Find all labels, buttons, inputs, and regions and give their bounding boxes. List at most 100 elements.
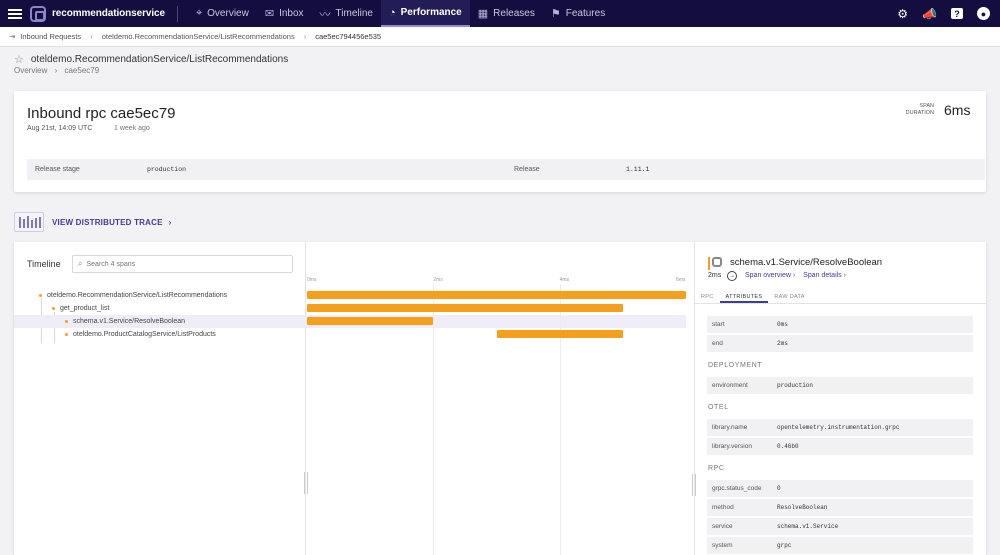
timeline-gridline [559, 284, 561, 555]
attr-key: library.name [712, 424, 748, 431]
attr-key: grpc.status_code [712, 485, 762, 492]
attr-value: 0.46b0 [777, 443, 799, 450]
attr-value: ResolveBoolean [777, 504, 828, 511]
release-field: Release 1.11.1 [506, 159, 985, 180]
nav-timeline[interactable]: 〰 Timeline [312, 0, 381, 27]
attr-value: 0ms [777, 321, 788, 328]
timeline-tick-label: 4ms [559, 277, 570, 283]
nav-items: ⌖ Overview ✉ Inbox 〰 Timeline ◔ Performance ▦ Rel… [188, 0, 613, 27]
menu-icon[interactable] [8, 7, 22, 21]
breadcrumb-operation[interactable]: oteldemo.RecommendationService/ListRecom… [102, 32, 295, 41]
chevron-right-icon: › [54, 66, 58, 75]
span-dot-icon [52, 307, 55, 310]
jump-icon[interactable]: → [727, 271, 737, 281]
span-name: get_product_list [60, 305, 110, 312]
span-bar[interactable] [496, 330, 623, 338]
project-logo-icon[interactable] [30, 5, 46, 22]
tab-attributes[interactable]: ATTRIBUTES [719, 289, 769, 303]
tab-raw-data[interactable]: RAW DATA [768, 289, 810, 303]
top-nav: recommendationservice ⌖ Overview ✉ Inbox 〰 Ti… [0, 0, 1000, 27]
span-dot-icon [39, 294, 42, 297]
tab-rpc[interactable]: RPC [695, 289, 720, 303]
tree-row-3[interactable]: oteldemo.ProductCatalogService/ListProdu… [14, 328, 306, 341]
distributed-trace-icon [14, 212, 44, 232]
attr-key: end [712, 340, 723, 347]
attr-key: service [712, 523, 733, 530]
star-icon[interactable]: ☆ [14, 53, 24, 66]
timeline-gridline [433, 284, 435, 555]
span-bar[interactable] [307, 317, 434, 325]
tree-row-1[interactable]: get_product_list [14, 302, 306, 315]
attr-system: system grpc [707, 537, 973, 554]
detail-tabs: RPC ATTRIBUTES RAW DATA [695, 289, 987, 304]
nav-releases[interactable]: ▦ Releases [470, 0, 543, 27]
attr-value: production [777, 382, 814, 389]
attr-key: environment [712, 382, 748, 389]
breadcrumb-inbound-requests[interactable]: Inbound Requests [20, 32, 81, 41]
span-date: Aug 21st, 14:09 UTC [27, 125, 93, 132]
attr-value: opentelemetry.instrumentation.grpc [777, 424, 900, 431]
nav-right: ⚙ 📣 ? ● [897, 7, 990, 21]
timeline-panel: Timeline ⌕ oteldemo.RecommendationServic… [14, 242, 987, 555]
project-name[interactable]: recommendationservice [52, 8, 165, 19]
attr-value: schema.v1.Service [777, 523, 839, 530]
account-icon[interactable]: ● [977, 7, 990, 20]
span-duration-value: 6ms [944, 102, 971, 118]
view-distributed-trace-label: VIEW DISTRIBUTED TRACE [52, 217, 163, 227]
span-bar[interactable] [307, 304, 623, 312]
nav-label: Performance [400, 7, 462, 18]
nav-divider [176, 5, 178, 22]
timeline-chart: 0ms 2ms 4ms 6ms [306, 242, 694, 555]
settings-icon[interactable]: ⚙ [897, 7, 908, 21]
nav-features[interactable]: ⚑ Features [543, 0, 613, 27]
tree-row-0[interactable]: oteldemo.RecommendationService/ListRecom… [14, 289, 306, 302]
timeline-tick-label: 2ms [433, 277, 443, 283]
span-bar[interactable] [307, 291, 686, 299]
page-title-row: ☆ oteldemo.RecommendationService/ListRec… [14, 53, 288, 66]
attr-library-name: library.name opentelemetry.instrumentati… [707, 419, 973, 436]
sub-breadcrumb: Overview › cae5ec79 [14, 66, 99, 75]
help-icon[interactable]: ? [951, 8, 963, 19]
nav-performance[interactable]: ◔ Performance [380, 0, 470, 27]
chevron-right-icon: › [168, 217, 172, 227]
nav-overview[interactable]: ⌖ Overview [188, 0, 257, 27]
span-detail-panel: schema.v1.Service/ResolveBoolean 2ms → S… [692, 242, 987, 555]
features-icon: ⚑ [550, 8, 561, 20]
sub-breadcrumb-overview[interactable]: Overview [14, 66, 47, 75]
span-overview-link[interactable]: Span overview › [745, 272, 795, 279]
tree-row-2[interactable]: schema.v1.Service/ResolveBoolean [14, 315, 306, 328]
nav-label: Releases [493, 8, 535, 19]
detail-span-duration: 2ms [708, 272, 722, 279]
section-deployment: DEPLOYMENT [708, 362, 763, 369]
nav-label: Features [565, 8, 606, 19]
attr-service: service schema.v1.Service [707, 518, 973, 535]
chevron-right-icon: › [303, 32, 307, 41]
detail-span-title: schema.v1.Service/ResolveBoolean [730, 257, 883, 268]
view-distributed-trace-link[interactable]: VIEW DISTRIBUTED TRACE › [14, 212, 172, 232]
section-otel: OTEL [708, 404, 729, 411]
attr-value: grpc [777, 542, 792, 549]
nav-label: Inbox [279, 8, 304, 19]
span-dot-icon [65, 320, 68, 323]
announcements-icon[interactable]: 📣 [922, 7, 937, 21]
span-details-link[interactable]: Span details › [803, 272, 846, 279]
timeline-title: Timeline [27, 259, 61, 269]
span-name: schema.v1.Service/ResolveBoolean [73, 318, 186, 325]
attr-library-version: library.version 0.46b0 [707, 438, 973, 455]
span-search-input[interactable] [86, 260, 267, 268]
attr-key: library.version [712, 443, 752, 450]
search-icon: ⌕ [78, 259, 83, 268]
nav-inbox[interactable]: ✉ Inbox [257, 0, 312, 27]
resize-handle[interactable] [692, 474, 696, 496]
attr-environment: environment production [707, 377, 973, 394]
performance-icon: ◔ [388, 6, 396, 19]
attr-key: system [712, 542, 733, 549]
timeline-icon: 〰 [319, 8, 331, 21]
timeline-tick-label: 0ms [307, 277, 317, 283]
attr-value: 2ms [777, 340, 788, 347]
timeline-tree: Timeline ⌕ oteldemo.RecommendationServic… [14, 242, 308, 555]
span-dot-icon [65, 333, 68, 336]
span-relative-time: 1 week ago [114, 125, 150, 132]
span-search[interactable]: ⌕ [72, 255, 293, 273]
span-header-card: Inbound rpc cae5ec79 Aug 21st, 14:09 UTC… [14, 91, 986, 192]
